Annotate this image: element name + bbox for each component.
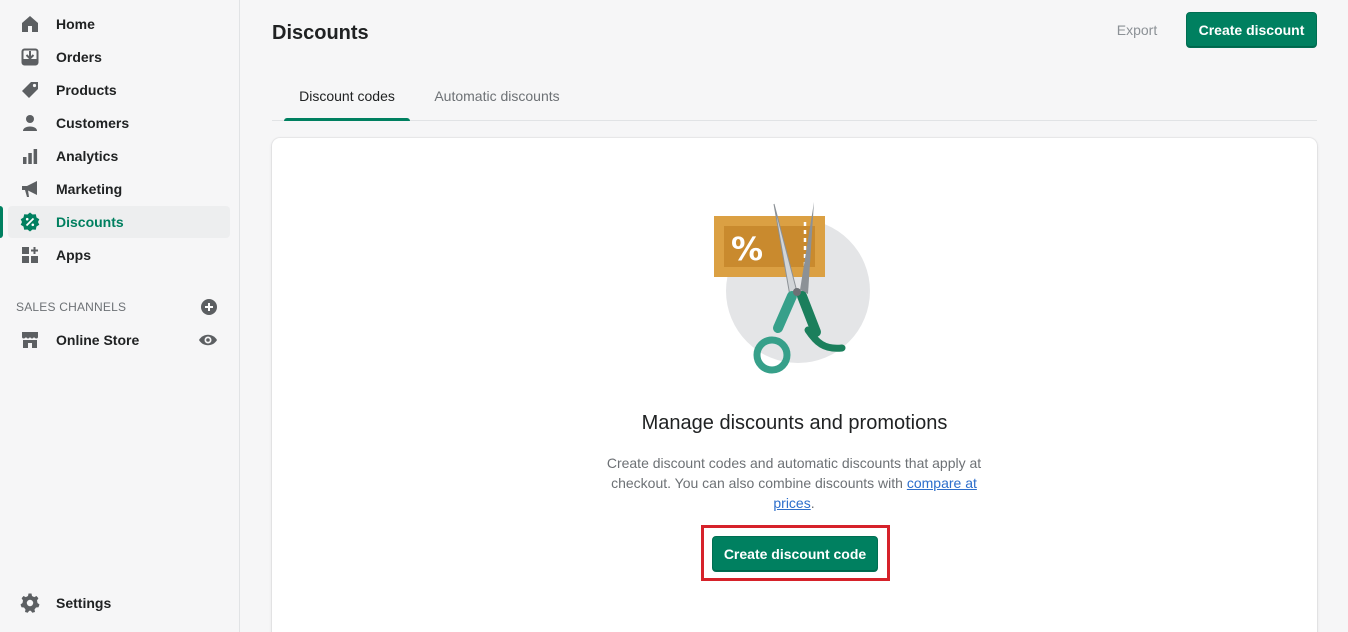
sidebar: Home Orders Products Customers Analytics… [0, 0, 240, 632]
tabs: Discount codes Automatic discounts [272, 70, 1317, 121]
sidebar-item-orders[interactable]: Orders [8, 41, 230, 73]
apps-icon [20, 245, 40, 265]
empty-state-card: % Manage discounts and promotions Create… [272, 138, 1317, 632]
page-title: Discounts [272, 22, 369, 44]
megaphone-icon [20, 179, 40, 199]
sidebar-item-marketing[interactable]: Marketing [8, 173, 230, 205]
scissors-coupon-illustration: % [714, 202, 870, 374]
create-discount-code-button[interactable]: Create discount code [712, 536, 878, 572]
sidebar-item-label: Apps [56, 247, 91, 263]
active-indicator [0, 206, 3, 238]
bar-chart-icon [20, 146, 40, 166]
sidebar-item-online-store[interactable]: Online Store [8, 324, 230, 356]
orders-icon [20, 47, 40, 67]
sidebar-item-label: Discounts [56, 214, 124, 230]
sidebar-item-label: Marketing [56, 181, 123, 197]
sidebar-item-label: Analytics [56, 148, 119, 164]
tag-icon [20, 80, 40, 100]
sidebar-item-label: Home [56, 16, 95, 32]
sales-channels-heading: SALES CHANNELS [16, 300, 127, 314]
eye-icon[interactable] [198, 331, 218, 349]
sidebar-item-label: Online Store [56, 332, 140, 348]
sidebar-item-products[interactable]: Products [8, 74, 230, 106]
empty-state-description: Create discount codes and automatic disc… [594, 453, 994, 513]
store-icon [20, 330, 40, 350]
home-icon [20, 14, 40, 34]
sidebar-item-customers[interactable]: Customers [8, 107, 230, 139]
tab-discount-codes[interactable]: Discount codes [284, 70, 410, 121]
sidebar-item-analytics[interactable]: Analytics [8, 140, 230, 172]
sidebar-item-apps[interactable]: Apps [8, 239, 230, 271]
sidebar-item-home[interactable]: Home [8, 8, 230, 40]
sidebar-item-label: Customers [56, 115, 130, 131]
empty-state-title: Manage discounts and promotions [641, 412, 948, 434]
create-discount-button[interactable]: Create discount [1186, 12, 1317, 48]
tab-automatic-discounts[interactable]: Automatic discounts [422, 70, 572, 121]
sidebar-item-label: Orders [56, 49, 102, 65]
svg-text:%: % [731, 230, 763, 268]
description-trailing: . [810, 495, 815, 511]
person-icon [20, 113, 40, 133]
sidebar-item-discounts[interactable]: Discounts [8, 206, 230, 238]
tab-selected-indicator [284, 118, 410, 121]
export-button[interactable]: Export [1104, 14, 1170, 46]
discount-badge-icon [20, 212, 40, 232]
add-channel-icon[interactable] [200, 298, 218, 316]
sidebar-item-label: Products [56, 82, 117, 98]
gear-icon [20, 593, 40, 613]
sidebar-item-settings[interactable]: Settings [8, 587, 230, 619]
sidebar-item-label: Settings [56, 595, 112, 611]
